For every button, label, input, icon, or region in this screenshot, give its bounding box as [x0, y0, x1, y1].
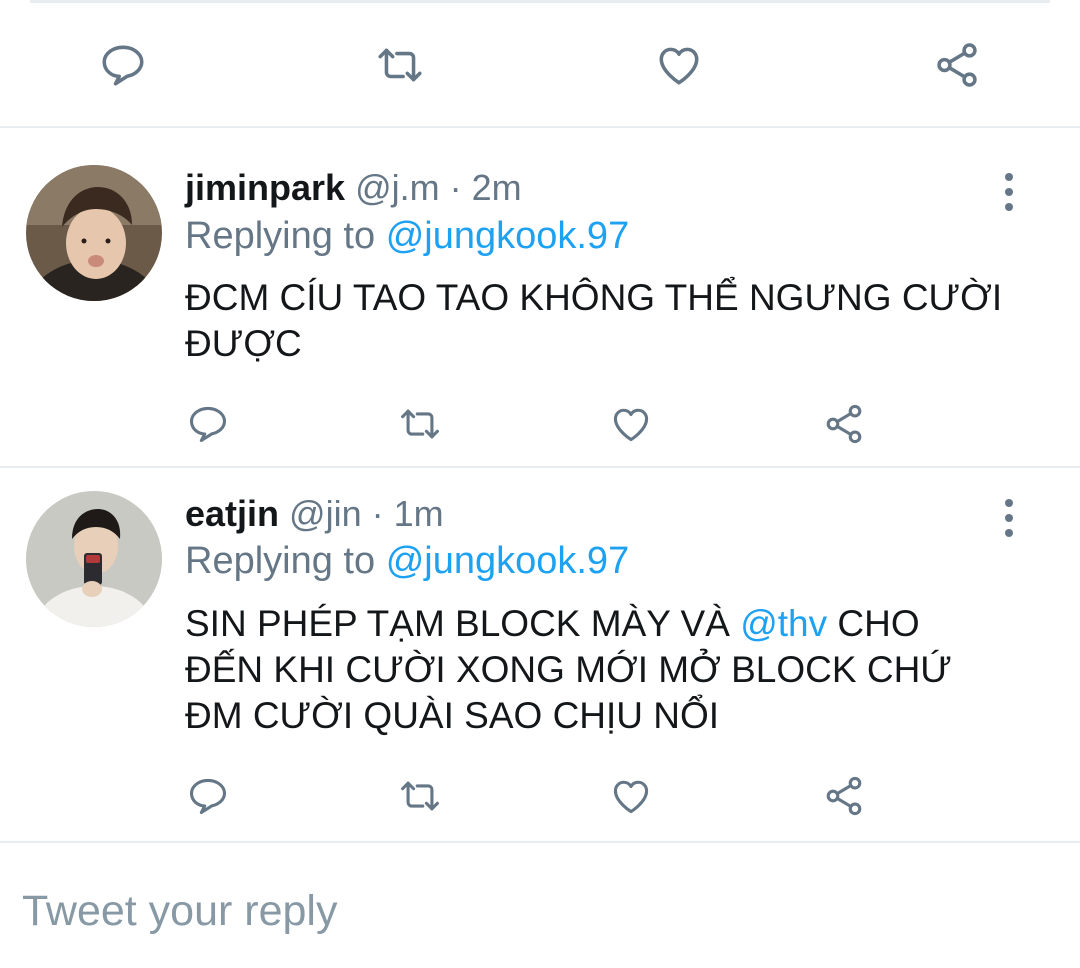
user-handle: @jin	[289, 493, 362, 534]
main-retweet-button[interactable]	[375, 40, 425, 90]
tweet-text-segment: SIN PHÉP TẠM BLOCK MÀY VÀ	[185, 603, 741, 644]
vertical-dots-icon	[1005, 173, 1013, 211]
reply-header: eatjin @jin · 1m	[185, 492, 444, 536]
more-options-button[interactable]	[994, 170, 1024, 214]
reply-button[interactable]	[186, 402, 230, 446]
tweet-text-line: ĐM CƯỜI QUÀI SAO CHỊU NỔI	[185, 695, 720, 736]
tweet-text: SIN PHÉP TẠM BLOCK MÀY VÀ @thv CHO ĐẾN K…	[185, 601, 1035, 739]
avatar-image	[26, 165, 162, 301]
retweet-icon	[401, 781, 439, 811]
replying-to-label: Replying to	[185, 540, 376, 582]
avatar-image	[26, 491, 162, 627]
tweet-text-line: SIN PHÉP TẠM BLOCK MÀY VÀ @thv CHO	[185, 601, 1035, 647]
tweet-text-line: ĐCM CÍU TAO TAO KHÔNG THỂ NGƯNG CƯỜI	[185, 277, 1003, 318]
retweet-icon	[401, 409, 439, 439]
replying-to-line: Replying to @jungkook.97	[185, 538, 629, 584]
reply-tweet[interactable]: jiminpark @j.m · 2m Replying to @jungkoo…	[0, 128, 1080, 468]
tweet-reply-input[interactable]	[22, 883, 1022, 939]
main-share-button[interactable]	[932, 40, 982, 90]
share-button[interactable]	[822, 402, 866, 446]
tweet-text: ĐCM CÍU TAO TAO KHÔNG THỂ NGƯNG CƯỜI ĐƯỢ…	[185, 275, 1035, 367]
share-button[interactable]	[822, 774, 866, 818]
like-button[interactable]	[609, 402, 653, 446]
avatar[interactable]	[26, 491, 162, 627]
compose-reply-bar	[0, 843, 1080, 968]
replying-to-mention[interactable]: @jungkook.97	[386, 540, 630, 582]
replying-to-line: Replying to @jungkook.97	[185, 213, 629, 259]
like-icon	[659, 47, 699, 85]
retweet-icon	[378, 48, 422, 82]
tweet-text-line: ĐƯỢC	[185, 323, 302, 364]
user-handle: @j.m	[355, 167, 440, 208]
avatar[interactable]	[26, 165, 162, 301]
meta-separator: ·	[449, 167, 462, 208]
tweet-text-segment: CHO	[827, 603, 920, 644]
inline-mention[interactable]: @thv	[740, 603, 827, 644]
display-name[interactable]: eatjin	[185, 493, 279, 534]
like-icon	[613, 408, 649, 442]
meta-separator: ·	[371, 493, 384, 534]
replying-to-mention[interactable]: @jungkook.97	[386, 215, 630, 257]
reply-icon	[189, 406, 227, 443]
reply-tweet[interactable]: eatjin @jin · 1m Replying to @jungkook.9…	[0, 468, 1080, 843]
reply-icon	[102, 45, 144, 86]
like-button[interactable]	[609, 774, 653, 818]
retweet-button[interactable]	[398, 402, 442, 446]
reply-button[interactable]	[186, 774, 230, 818]
share-icon	[826, 404, 862, 444]
share-icon	[937, 43, 977, 87]
timestamp: 1m	[393, 493, 444, 534]
like-icon	[613, 780, 649, 814]
replying-to-label: Replying to	[185, 215, 376, 257]
main-tweet-action-bar	[0, 0, 1080, 128]
reply-icon	[189, 778, 227, 815]
reply-header: jiminpark @j.m · 2m	[185, 166, 522, 210]
timestamp: 2m	[471, 167, 522, 208]
more-options-button[interactable]	[994, 496, 1024, 540]
tweet-text-line: ĐẾN KHI CƯỜI XONG MỚI MỞ BLOCK CHỨ	[185, 649, 952, 690]
display-name[interactable]: jiminpark	[185, 167, 345, 208]
share-icon	[826, 776, 862, 816]
retweet-button[interactable]	[398, 774, 442, 818]
main-reply-button[interactable]	[98, 40, 148, 90]
main-like-button[interactable]	[654, 40, 704, 90]
vertical-dots-icon	[1005, 499, 1013, 537]
